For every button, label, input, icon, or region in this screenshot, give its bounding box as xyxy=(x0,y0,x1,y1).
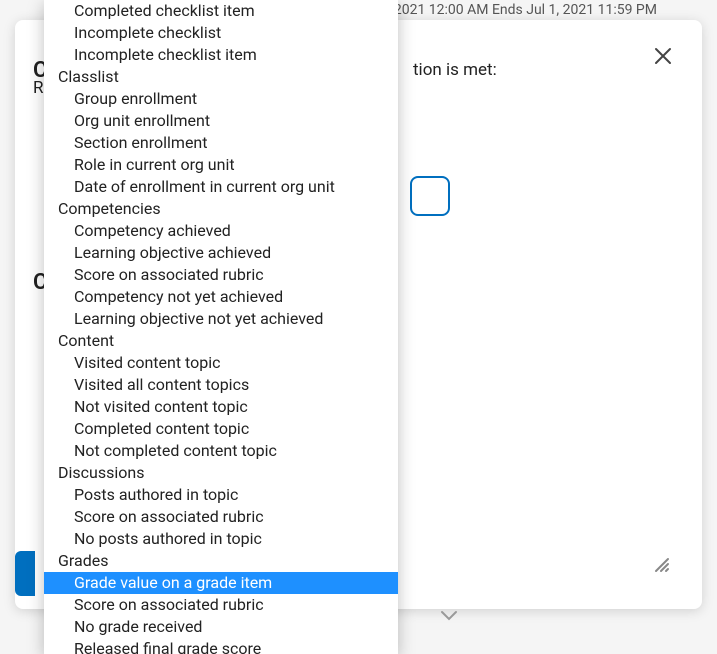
dropdown-group-header: Competencies xyxy=(44,198,398,220)
dropdown-group-header: Content xyxy=(44,330,398,352)
dropdown-item[interactable]: Visited content topic xyxy=(44,352,398,374)
resize-handle-icon[interactable] xyxy=(652,554,670,579)
dropdown-item[interactable]: Score on associated rubric xyxy=(44,594,398,616)
dropdown-item[interactable]: Visited all content topics xyxy=(44,374,398,396)
dropdown-item[interactable]: Org unit enrollment xyxy=(44,110,398,132)
dropdown-item[interactable]: No grade received xyxy=(44,616,398,638)
peek-body-char: R xyxy=(33,78,43,98)
dropdown-item[interactable]: Completed checklist item xyxy=(44,0,398,22)
close-button[interactable] xyxy=(654,44,678,68)
dropdown-item[interactable]: Date of enrollment in current org unit xyxy=(44,176,398,198)
dropdown-item[interactable]: Learning objective not yet achieved xyxy=(44,308,398,330)
dropdown-item[interactable]: No posts authored in topic xyxy=(44,528,398,550)
dropdown-item[interactable]: Not completed content topic xyxy=(44,440,398,462)
primary-button-partial[interactable] xyxy=(15,551,35,596)
dropdown-item[interactable]: Released final grade score xyxy=(44,638,398,654)
close-icon xyxy=(654,47,672,65)
dropdown-item[interactable]: Score on associated rubric xyxy=(44,506,398,528)
dropdown-item[interactable]: Completed content topic xyxy=(44,418,398,440)
dropdown-item[interactable]: Competency not yet achieved xyxy=(44,286,398,308)
dropdown-group-header: Discussions xyxy=(44,462,398,484)
dropdown-item[interactable]: Incomplete checklist xyxy=(44,22,398,44)
outlined-button-partial[interactable] xyxy=(410,176,450,216)
dropdown-item[interactable]: Learning objective achieved xyxy=(44,242,398,264)
dropdown-item[interactable]: Score on associated rubric xyxy=(44,264,398,286)
dropdown-item[interactable]: Grade value on a grade item xyxy=(44,572,398,594)
dropdown-item[interactable]: Incomplete checklist item xyxy=(44,44,398,66)
dropdown-item[interactable]: Not visited content topic xyxy=(44,396,398,418)
dropdown-item[interactable]: Competency achieved xyxy=(44,220,398,242)
condition-type-dropdown[interactable]: Completed checklist itemIncomplete check… xyxy=(44,0,398,654)
dropdown-item[interactable]: Group enrollment xyxy=(44,88,398,110)
chevron-down-icon[interactable] xyxy=(440,610,458,622)
dropdown-item[interactable]: Role in current org unit xyxy=(44,154,398,176)
dropdown-item[interactable]: Section enrollment xyxy=(44,132,398,154)
dropdown-group-header: Grades xyxy=(44,550,398,572)
date-range-text: 2021 12:00 AM Ends Jul 1, 2021 11:59 PM xyxy=(394,0,657,18)
dropdown-group-header: Classlist xyxy=(44,66,398,88)
dropdown-item[interactable]: Posts authored in topic xyxy=(44,484,398,506)
condition-text-tail: tion is met: xyxy=(413,60,497,80)
